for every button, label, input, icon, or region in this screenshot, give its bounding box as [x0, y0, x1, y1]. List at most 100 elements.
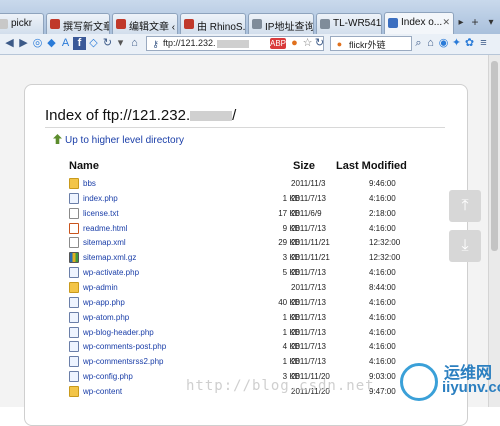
file-row[interactable]: wp-activate.php 5 KB 2011/7/13 4:16:00 — [69, 266, 429, 281]
extension-icon[interactable]: ◆ — [45, 37, 58, 50]
file-date: 2011/7/13 — [291, 297, 326, 307]
menu-icon[interactable]: ≡ — [477, 37, 490, 50]
tab-6-active[interactable]: Index o... ✕ — [384, 12, 454, 35]
redacted-address — [216, 39, 249, 48]
column-header-modified[interactable]: Last Modified — [336, 160, 407, 172]
logo-circle-icon — [400, 363, 438, 401]
facebook-icon[interactable]: f — [73, 37, 86, 50]
file-row[interactable]: wp-app.php 40 KB 2011/7/13 4:16:00 — [69, 296, 429, 311]
extension-icon[interactable]: ◎ — [31, 37, 44, 50]
tab-favicon-icon — [320, 19, 330, 29]
file-row[interactable]: wp-admin 2011/7/13 8:44:00 — [69, 281, 429, 296]
extension-icon[interactable]: A — [59, 37, 72, 50]
file-time: 4:16:00 — [369, 223, 396, 233]
search-text: flickr外链 — [349, 40, 386, 50]
html-file-icon — [69, 222, 79, 234]
file-name-link[interactable]: sitemap.xml.gz — [83, 251, 136, 264]
tab-4[interactable]: IP地址查询... — [248, 13, 314, 34]
file-date: 2011/6/9 — [291, 208, 322, 218]
tab-5[interactable]: TL-WR541... — [316, 13, 382, 34]
file-date: 2011/11/21 — [291, 253, 330, 263]
tab-2[interactable]: 编辑文章 ‹ ... — [112, 13, 178, 34]
scroll-to-top-icon[interactable]: ⤒ — [449, 190, 481, 222]
page-title: Index of ftp://121.232. / — [45, 107, 237, 124]
tab-list-icon[interactable]: ▾ — [484, 15, 498, 31]
tab-label: TL-WR541... — [333, 18, 382, 29]
tab-label: pickr — [11, 18, 33, 29]
file-name-link[interactable]: readme.html — [83, 222, 127, 235]
extension-icon[interactable]: ◇ — [87, 37, 100, 50]
file-name-link[interactable]: wp-content — [83, 385, 122, 398]
column-header-size[interactable]: Size — [293, 160, 315, 172]
home-icon[interactable]: ⌂ — [128, 37, 141, 50]
file-row[interactable]: readme.html 9 KB 2011/7/13 4:16:00 — [69, 222, 429, 237]
file-name-link[interactable]: wp-commentsrss2.php — [83, 355, 163, 368]
scrollbar-thumb[interactable] — [491, 61, 498, 251]
tab-3[interactable]: 由 RhinoS... — [180, 13, 246, 34]
forward-icon[interactable]: ▶ — [17, 37, 30, 50]
tab-label: IP地址查询... — [265, 22, 314, 33]
up-directory-link[interactable]: Up to higher level directory — [53, 134, 184, 146]
file-time: 2:18:00 — [369, 208, 396, 218]
home-icon[interactable]: ⌂ — [424, 37, 437, 50]
file-date: 2011/7/13 — [291, 223, 326, 233]
file-time: 4:16:00 — [369, 342, 396, 352]
file-row[interactable]: index.php 1 KB 2011/7/13 4:16:00 — [69, 192, 429, 207]
file-row[interactable]: bbs 2011/11/3 9:46:00 — [69, 177, 429, 192]
file-name-link[interactable]: wp-comments-post.php — [83, 340, 166, 353]
file-name-link[interactable]: bbs — [83, 177, 96, 190]
download-icon[interactable]: ◉ — [437, 37, 450, 50]
file-row[interactable]: sitemap.xml.gz 3 KB 2011/11/21 12:32:00 — [69, 251, 429, 266]
refresh-icon[interactable]: ↻ — [313, 37, 326, 50]
file-row[interactable]: wp-blog-header.php 1 KB 2011/7/13 4:16:00 — [69, 326, 429, 341]
php-file-icon — [69, 326, 79, 338]
tab-0[interactable]: pickr — [0, 13, 44, 34]
file-name-link[interactable]: index.php — [83, 192, 118, 205]
file-name-link[interactable]: wp-admin — [83, 281, 118, 294]
scroll-to-bottom-icon[interactable]: ⤓ — [449, 230, 481, 262]
file-row[interactable]: wp-comments-post.php 4 KB 2011/7/13 4:16:00 — [69, 340, 429, 355]
back-icon[interactable]: ◀ — [3, 37, 16, 50]
folder-icon — [69, 281, 79, 293]
file-time: 4:16:00 — [369, 357, 396, 367]
file-name-link[interactable]: wp-app.php — [83, 296, 125, 309]
tab-1[interactable]: 撰写新文章 ... — [46, 13, 110, 34]
file-date: 2011/7/13 — [291, 327, 326, 337]
file-name-link[interactable]: wp-config.php — [83, 370, 133, 383]
tab-label: Index o... — [401, 17, 443, 28]
file-name-link[interactable]: sitemap.xml — [83, 236, 126, 249]
file-name-link[interactable]: wp-atom.php — [83, 311, 129, 324]
file-row[interactable]: license.txt 17 KB 2011/6/9 2:18:00 — [69, 207, 429, 222]
tab-scroll-right-icon[interactable]: ▸ — [454, 15, 468, 31]
file-row[interactable]: wp-commentsrss2.php 1 KB 2011/7/13 4:16:00 — [69, 355, 429, 370]
reload-icon[interactable]: ↻ — [101, 37, 114, 50]
close-tab-icon[interactable]: ✕ — [442, 17, 450, 28]
file-date: 2011/7/13 — [291, 357, 326, 367]
tab-label: 撰写新文章 ... — [63, 22, 110, 33]
file-row[interactable]: wp-atom.php 1 KB 2011/7/13 4:16:00 — [69, 311, 429, 326]
firefox-icon[interactable]: ● — [288, 37, 301, 50]
file-name-link[interactable]: license.txt — [83, 207, 119, 220]
title-divider — [45, 127, 445, 128]
logo-domain: iiyunv.com — [442, 379, 500, 396]
file-time: 4:16:00 — [369, 268, 396, 278]
watermark: http://blog.csdn.net — [186, 378, 375, 394]
site-logo: 运维网 iiyunv.com — [400, 355, 500, 405]
tab-favicon-icon — [116, 19, 126, 29]
dropdown-icon[interactable]: ▾ — [114, 37, 127, 50]
file-name-link[interactable]: wp-activate.php — [83, 266, 139, 279]
file-name-link[interactable]: wp-blog-header.php — [83, 326, 154, 339]
file-time: 12:32:00 — [369, 253, 401, 263]
star-icon[interactable]: ✦ — [450, 37, 463, 50]
file-row[interactable]: sitemap.xml 29 KB 2011/11/21 12:32:00 — [69, 236, 429, 251]
file-date: 2011/11/3 — [291, 179, 326, 188]
new-tab-icon[interactable]: + — [468, 14, 482, 30]
php-file-icon — [69, 296, 79, 308]
php-file-icon — [69, 267, 79, 279]
abp-icon[interactable]: ABP — [270, 38, 286, 49]
column-header-name[interactable]: Name — [69, 160, 99, 172]
addon-icon[interactable]: ✿ — [463, 37, 476, 50]
archive-icon — [69, 252, 79, 264]
file-date: 2011/7/13 — [291, 193, 326, 203]
key-icon: ⚷ — [152, 39, 159, 49]
